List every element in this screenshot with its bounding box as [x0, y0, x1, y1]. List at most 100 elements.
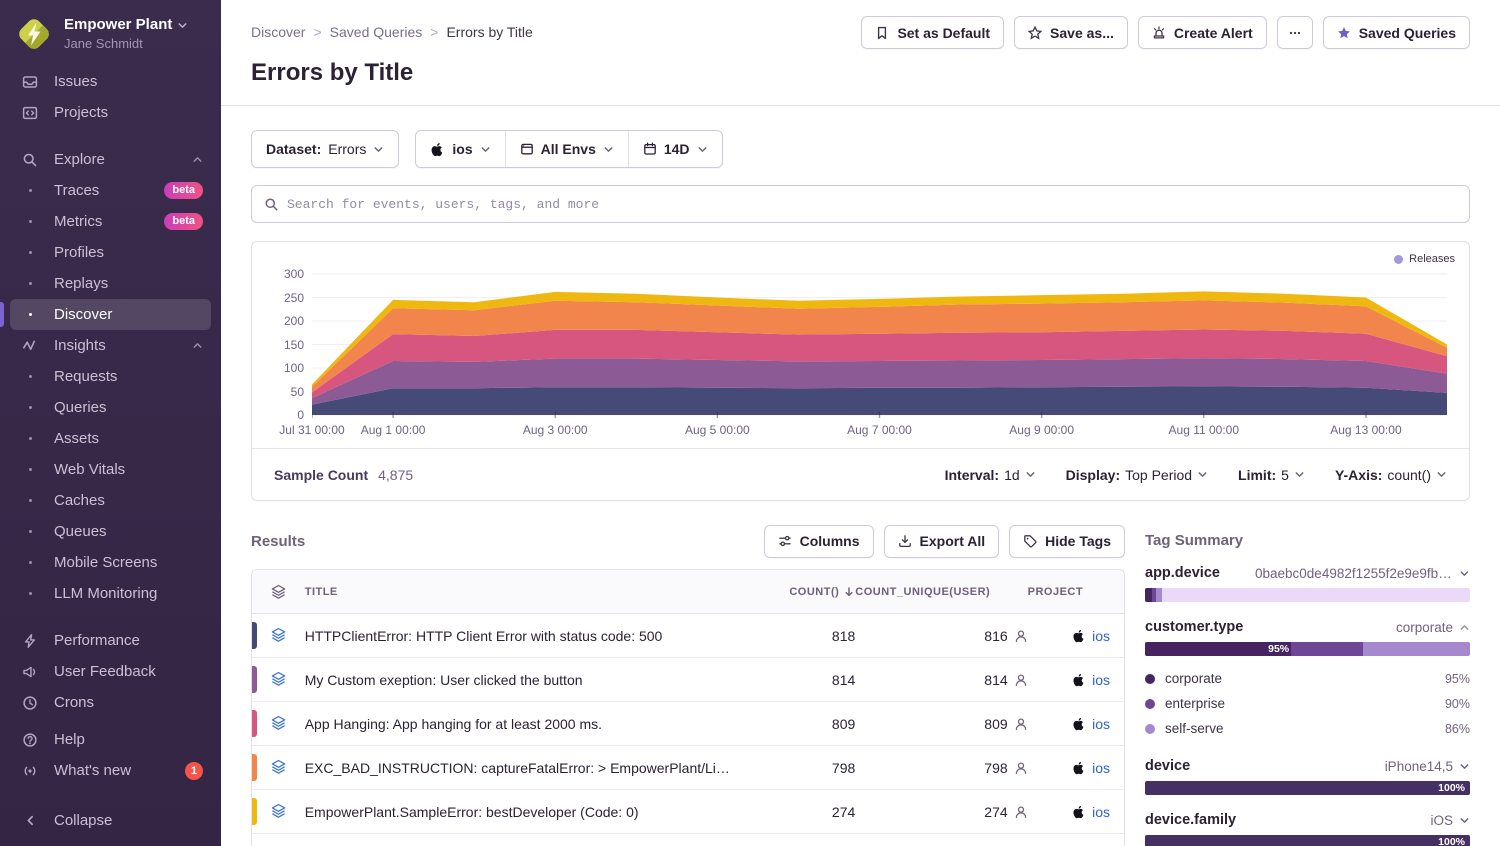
- limit-dropdown[interactable]: Limit: 5: [1238, 467, 1305, 483]
- tag-section-customer-type: customer.type corporate 95% corporate: [1145, 619, 1470, 741]
- sidebar-item-whats-new[interactable]: What's new 1: [10, 755, 211, 786]
- saved-queries-button[interactable]: Saved Queries: [1323, 16, 1470, 49]
- stacked-area-chart[interactable]: 050100150200250300: [312, 268, 1447, 418]
- error-title[interactable]: EXC_BAD_INSTRUCTION: captureFatalError: …: [305, 760, 735, 776]
- column-header-title[interactable]: TITLE: [305, 570, 741, 614]
- tag-distribution-bar[interactable]: 100%: [1145, 835, 1470, 846]
- chart-legend[interactable]: Releases: [266, 250, 1455, 268]
- columns-button[interactable]: Columns: [764, 525, 874, 558]
- sidebar-item-performance[interactable]: Performance: [10, 625, 211, 656]
- bullet-icon: [18, 499, 42, 502]
- table-row[interactable]: EmpowerPlant.SampleError: happyCustomer …: [252, 834, 1124, 846]
- project-link[interactable]: ios: [1092, 672, 1110, 688]
- org-switcher[interactable]: Empower Plant Jane Schmidt: [0, 0, 221, 66]
- sidebar-item-insights[interactable]: Insights: [10, 330, 211, 361]
- sidebar-item-discover[interactable]: Discover: [10, 299, 211, 330]
- tag-icon: [1023, 534, 1037, 548]
- column-header-count-unique[interactable]: COUNT_UNIQUE(USER): [855, 570, 1027, 614]
- table-row[interactable]: My Custom exeption: User clicked the but…: [252, 658, 1124, 702]
- sidebar-item-issues[interactable]: Issues: [10, 66, 211, 97]
- bullet-icon: [18, 468, 42, 471]
- sidebar-item-traces[interactable]: Traces beta: [10, 175, 211, 206]
- sidebar-item-metrics[interactable]: Metrics beta: [10, 206, 211, 237]
- sidebar-item-assets[interactable]: Assets: [10, 423, 211, 454]
- sidebar-item-crons[interactable]: Crons: [10, 687, 211, 718]
- error-title[interactable]: HTTPClientError: HTTP Client Error with …: [305, 628, 735, 644]
- project-link[interactable]: ios: [1092, 760, 1110, 776]
- sidebar-item-profiles[interactable]: Profiles: [10, 237, 211, 268]
- tag-expand-toggle[interactable]: iOS: [1430, 813, 1470, 828]
- tag-expand-toggle[interactable]: corporate: [1396, 620, 1470, 635]
- tag-legend-item[interactable]: corporate 95%: [1145, 666, 1470, 691]
- tag-distribution-bar[interactable]: [1145, 588, 1470, 602]
- breadcrumb-saved-queries[interactable]: Saved Queries: [330, 24, 423, 40]
- count-value: 809: [741, 702, 856, 746]
- project-link[interactable]: ios: [1092, 716, 1110, 732]
- breadcrumb: Discover > Saved Queries > Errors by Tit…: [251, 24, 533, 40]
- dataset-dropdown[interactable]: Dataset: Errors: [251, 130, 399, 168]
- tag-expand-toggle[interactable]: 0baebc0de4982f1255f2e9e9fb7…: [1255, 566, 1470, 581]
- tag-distribution-bar[interactable]: 95%: [1145, 642, 1470, 656]
- results-section: Results Columns Export All Hide Tags: [251, 523, 1125, 846]
- create-alert-button[interactable]: Create Alert: [1138, 16, 1267, 49]
- sidebar-item-caches[interactable]: Caches: [10, 485, 211, 516]
- org-logo-icon: [14, 14, 54, 54]
- bullet-icon: [18, 592, 42, 595]
- chevron-up-icon: [1459, 622, 1470, 633]
- sidebar-item-user-feedback[interactable]: User Feedback: [10, 656, 211, 687]
- table-row[interactable]: App Hanging: App hanging for at least 20…: [252, 702, 1124, 746]
- bullet-icon: [18, 561, 42, 564]
- chevron-down-icon: [1436, 469, 1447, 480]
- tag-distribution-bar[interactable]: 100%: [1145, 781, 1470, 795]
- user-icon: [1014, 805, 1028, 819]
- releases-legend-label: Releases: [1409, 253, 1455, 265]
- error-title[interactable]: App Hanging: App hanging for at least 20…: [305, 716, 735, 732]
- issues-icon: [18, 74, 42, 90]
- y-axis-dropdown[interactable]: Y-Axis: count(): [1335, 467, 1447, 483]
- projects-icon: [18, 105, 42, 121]
- download-icon: [898, 534, 912, 548]
- breadcrumb-discover[interactable]: Discover: [251, 24, 305, 40]
- megaphone-icon: [18, 664, 42, 680]
- more-options-button[interactable]: [1277, 16, 1313, 49]
- hide-tags-button[interactable]: Hide Tags: [1009, 525, 1125, 558]
- results-heading: Results: [251, 533, 305, 550]
- tag-legend-item[interactable]: self-serve 86%: [1145, 716, 1470, 741]
- column-header-count[interactable]: COUNT(): [741, 570, 856, 614]
- sidebar-item-web-vitals[interactable]: Web Vitals: [10, 454, 211, 485]
- sidebar-item-queries[interactable]: Queries: [10, 392, 211, 423]
- bullet-icon: [18, 313, 42, 316]
- sidebar-item-mobile-screens[interactable]: Mobile Screens: [10, 547, 211, 578]
- save-as-button[interactable]: Save as...: [1014, 16, 1128, 49]
- table-row[interactable]: EmpowerPlant.SampleError: bestDeveloper …: [252, 790, 1124, 834]
- sidebar-collapse-button[interactable]: Collapse: [10, 805, 211, 836]
- sidebar-item-queues[interactable]: Queues: [10, 516, 211, 547]
- tag-expand-toggle[interactable]: iPhone14,5: [1385, 759, 1470, 774]
- unique-count-value: 809: [984, 716, 1007, 732]
- error-title[interactable]: My Custom exeption: User clicked the but…: [305, 672, 735, 688]
- export-all-button[interactable]: Export All: [884, 525, 1000, 558]
- interval-dropdown[interactable]: Interval: 1d: [945, 467, 1036, 483]
- sidebar-item-projects[interactable]: Projects: [10, 97, 211, 128]
- table-row[interactable]: HTTPClientError: HTTP Client Error with …: [252, 614, 1124, 658]
- project-filter[interactable]: ios: [416, 131, 504, 167]
- user-icon: [1014, 717, 1028, 731]
- project-link[interactable]: ios: [1092, 804, 1110, 820]
- display-dropdown[interactable]: Display: Top Period: [1066, 467, 1208, 483]
- sidebar-item-replays[interactable]: Replays: [10, 268, 211, 299]
- sidebar-item-explore[interactable]: Explore: [10, 144, 211, 175]
- project-link[interactable]: ios: [1092, 628, 1110, 644]
- environment-filter[interactable]: All Envs: [505, 131, 628, 167]
- column-header-project[interactable]: PROJECT: [1028, 570, 1124, 614]
- filter-row: Dataset: Errors ios All Envs 14D: [251, 130, 1470, 168]
- tag-legend-item[interactable]: enterprise 90%: [1145, 691, 1470, 716]
- sidebar-item-requests[interactable]: Requests: [10, 361, 211, 392]
- date-range-filter[interactable]: 14D: [628, 131, 722, 167]
- table-row[interactable]: EXC_BAD_INSTRUCTION: captureFatalError: …: [252, 746, 1124, 790]
- sidebar-item-llm-monitoring[interactable]: LLM Monitoring: [10, 578, 211, 609]
- sidebar-item-help[interactable]: Help: [10, 724, 211, 755]
- search-input[interactable]: [287, 197, 1457, 212]
- error-title[interactable]: EmpowerPlant.SampleError: bestDeveloper …: [305, 804, 735, 820]
- header-actions: Set as Default Save as... Create Alert S…: [861, 16, 1470, 49]
- set-as-default-button[interactable]: Set as Default: [861, 16, 1004, 49]
